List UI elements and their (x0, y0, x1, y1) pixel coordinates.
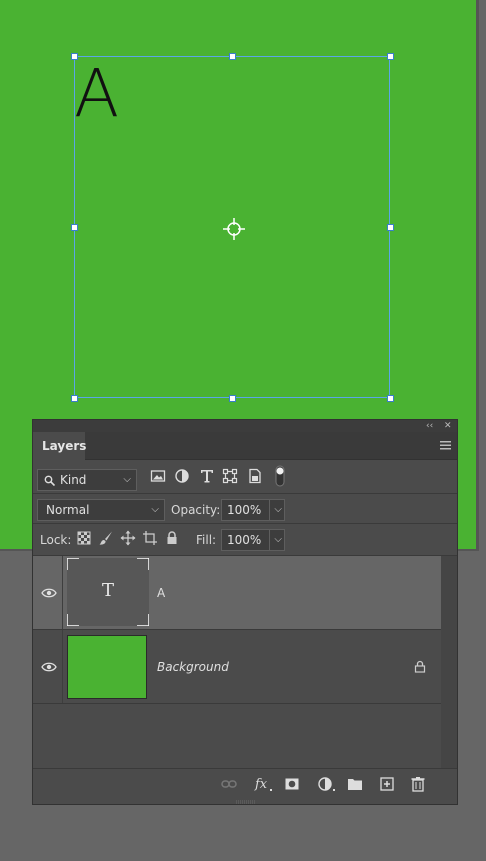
opacity-slider-button[interactable]: ⌵ (269, 499, 285, 521)
filter-toggle-icon[interactable] (272, 464, 288, 488)
panel-menu-icon[interactable] (440, 440, 451, 450)
layers-scrollbar[interactable] (441, 556, 457, 768)
pixel-filter-icon[interactable] (150, 468, 166, 484)
search-icon (44, 475, 55, 486)
transform-handle-tm[interactable] (229, 53, 236, 60)
panel-tab-bar: Layers (33, 432, 457, 460)
filter-kind-dropdown[interactable]: Kind ⌵ (37, 469, 137, 491)
add-mask-icon[interactable] (284, 776, 300, 792)
blend-opacity-row: Normal ⌵ Opacity: 100% ⌵ (33, 494, 457, 524)
fill-label: Fill: (196, 533, 217, 547)
transform-handle-tl[interactable] (71, 53, 78, 60)
background-layer-thumbnail[interactable] (67, 635, 147, 699)
fill-value: 100% (227, 533, 262, 547)
blend-mode-label: Normal (46, 503, 90, 517)
eye-icon[interactable] (41, 661, 57, 673)
chevron-down-icon: ⌵ (151, 504, 159, 515)
double-chevron-left-icon[interactable]: ‹‹ (426, 420, 433, 432)
blend-mode-dropdown[interactable]: Normal ⌵ (37, 499, 165, 521)
adjustment-layer-icon[interactable] (317, 776, 337, 792)
eye-icon[interactable] (41, 587, 57, 599)
new-layer-icon[interactable] (379, 776, 395, 792)
opacity-label: Opacity: (171, 503, 221, 517)
fx-icon[interactable]: fx (254, 776, 274, 792)
transform-handle-ml[interactable] (71, 224, 78, 231)
transform-handle-mr[interactable] (387, 224, 394, 231)
new-group-icon[interactable] (347, 776, 363, 792)
lock-all-icon[interactable] (164, 530, 180, 546)
lock-icon[interactable] (414, 660, 426, 673)
filter-row: Kind ⌵ (33, 460, 457, 494)
trash-icon[interactable] (410, 776, 426, 792)
lock-fill-row: Lock: Fill: 100% ⌵ (33, 524, 457, 556)
tab-layers-label: Layers (42, 439, 87, 453)
tab-layers[interactable]: Layers (33, 432, 87, 460)
transform-handle-br[interactable] (387, 395, 394, 402)
type-layer-icon: T (101, 580, 114, 601)
link-layers-icon[interactable] (221, 776, 237, 792)
reference-point-icon[interactable] (222, 217, 246, 241)
panel-resize-grip[interactable] (236, 800, 256, 804)
text-layer-thumbnail[interactable]: T (67, 558, 149, 626)
svg-text:fx: fx (254, 777, 268, 792)
lock-image-pixels-icon[interactable] (98, 530, 114, 546)
chevron-down-icon: ⌵ (274, 504, 282, 515)
transform-handle-bl[interactable] (71, 395, 78, 402)
canvas-edge (476, 0, 479, 549)
layer-name[interactable]: Background (157, 660, 229, 674)
chevron-down-icon: ⌵ (123, 474, 131, 485)
type-filter-icon[interactable] (199, 468, 215, 484)
close-icon[interactable]: ✕ (444, 420, 452, 432)
lock-label: Lock: (40, 533, 72, 547)
layers-footer: fx (33, 768, 457, 798)
transform-handle-bm[interactable] (229, 395, 236, 402)
fill-slider-button[interactable]: ⌵ (269, 529, 285, 551)
transform-handle-tr[interactable] (387, 53, 394, 60)
lock-artboard-icon[interactable] (142, 530, 158, 546)
smart-object-filter-icon[interactable] (247, 468, 263, 484)
layer-row-background[interactable]: Background (33, 630, 441, 704)
filter-kind-label: Kind (60, 473, 87, 487)
shape-filter-icon[interactable] (222, 468, 238, 484)
layers-panel: ‹‹ ✕ Layers Kind ⌵ Normal ⌵ Opacity: 100… (32, 419, 458, 805)
opacity-value: 100% (227, 503, 262, 517)
layer-name[interactable]: A (157, 586, 165, 600)
lock-transparent-pixels-icon[interactable] (76, 530, 92, 546)
layer-row-text[interactable]: T A (33, 556, 441, 630)
lock-position-icon[interactable] (120, 530, 136, 546)
panel-title-bar[interactable]: ‹‹ ✕ (33, 420, 457, 432)
adjustment-filter-icon[interactable] (174, 468, 190, 484)
chevron-down-icon: ⌵ (274, 534, 282, 545)
